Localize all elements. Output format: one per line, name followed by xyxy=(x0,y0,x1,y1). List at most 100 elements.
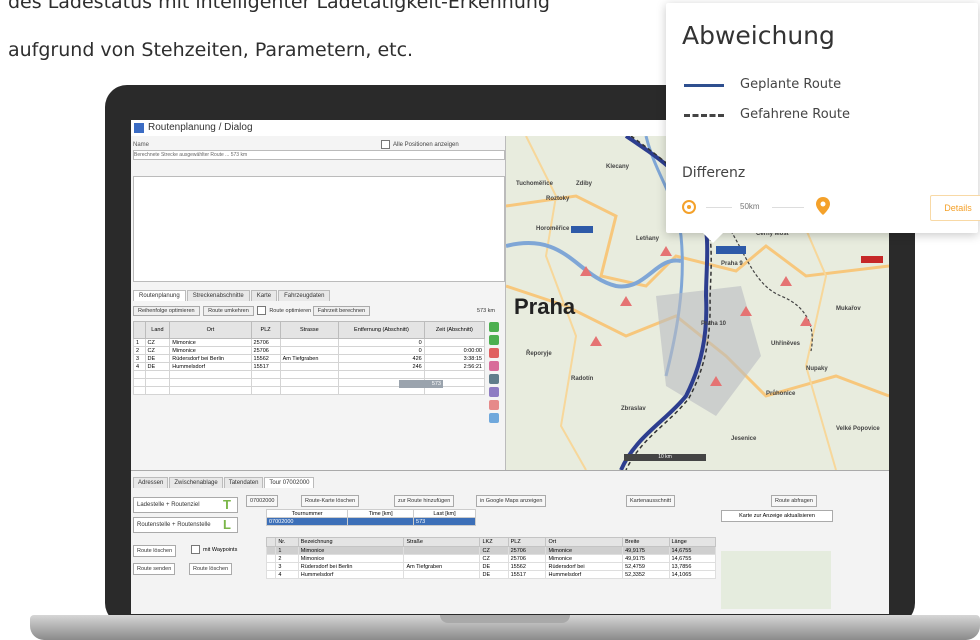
checkbox-icon[interactable] xyxy=(257,306,267,316)
top-tabs: Routenplanung Streckenabschnitte Karte Fahr… xyxy=(133,290,331,302)
column-header[interactable]: Land xyxy=(144,321,171,339)
table-row[interactable]: 2 Mimonice CZ 25706 Mimonice 49,9175 14,6755 xyxy=(265,554,716,563)
difference-label: Differenz xyxy=(682,165,746,181)
table-cell xyxy=(133,378,146,387)
calc-time-button[interactable]: Fahrzeit berechnen xyxy=(312,306,371,316)
tool-icon[interactable] xyxy=(489,387,499,397)
column-header[interactable] xyxy=(265,537,277,547)
table-cell: 14,6755 xyxy=(668,546,716,555)
table-cell xyxy=(144,386,171,395)
column-header[interactable]: Ort xyxy=(545,537,624,547)
move-icon[interactable] xyxy=(489,361,499,371)
popover-pointer xyxy=(701,231,725,243)
add-icon[interactable] xyxy=(489,322,499,332)
mini-map[interactable] xyxy=(721,551,831,609)
add-to-route-button[interactable]: zur Route hinzufügen xyxy=(394,495,455,507)
reverse-route-button[interactable]: Route umkehren xyxy=(203,306,254,316)
column-header[interactable]: Nr. xyxy=(275,537,299,547)
table-cell: Am Tiefgraben xyxy=(403,562,481,571)
tab-fahrzeugdaten[interactable]: Fahrzeugdaten xyxy=(278,290,331,301)
table-cell xyxy=(403,570,481,579)
query-route-button[interactable]: Route abfragen xyxy=(771,495,817,507)
laptop-notch xyxy=(440,615,570,623)
column-header[interactable]: Strasse xyxy=(279,321,340,339)
table-cell: 0 xyxy=(338,338,425,347)
table-cell: DE xyxy=(144,354,171,363)
delete-map-route-button[interactable]: Route-Karte löschen xyxy=(301,495,360,507)
route-to-route-button[interactable]: Routenstelle + Routenstelle L xyxy=(133,517,238,533)
waypoints-toggle[interactable]: mit Waypoints xyxy=(191,545,237,554)
checkbox-icon[interactable] xyxy=(381,140,390,149)
table-cell: Mimonice xyxy=(297,554,405,563)
info-field[interactable]: Berechnete Strecke ausgewählter Route ..… xyxy=(133,150,505,160)
table-row[interactable]: 2 CZ Mimonice 25706 0 0:00:00 xyxy=(133,346,486,355)
table-row[interactable]: 4 DE Hummelsdorf 15517 246 2:56:21 xyxy=(133,362,486,371)
column-header[interactable]: LKZ xyxy=(479,537,509,547)
loading-to-target-label: Ladestelle + Routenziel xyxy=(137,502,200,508)
column-header[interactable]: Breite xyxy=(622,537,670,547)
column-header[interactable]: Zeit (Abschnitt) xyxy=(423,321,486,339)
table-row[interactable]: 4 Hummelsdorf DE 15517 Hummelsdorf 52,3352 14,… xyxy=(265,570,716,579)
table-cell: 25706 xyxy=(507,554,547,563)
clear-route-button[interactable]: Route löschen xyxy=(189,563,233,575)
table-cell xyxy=(403,546,481,555)
checkbox-icon[interactable] xyxy=(191,545,200,554)
notes-textarea[interactable] xyxy=(133,176,505,282)
refresh-map-button[interactable]: Karte zur Anzeige aktualisieren xyxy=(721,510,833,522)
column-header[interactable]: Time [km] xyxy=(347,509,415,518)
deviation-popover: Abweichung Geplante Route Gefahrene Rout… xyxy=(666,3,980,243)
column-header[interactable] xyxy=(133,321,146,339)
tab-zwischenablage[interactable]: Zwischenablage xyxy=(169,477,223,488)
column-header[interactable]: Ort xyxy=(169,321,252,339)
table-row[interactable]: 3 Rüdersdorf bei Berlin Am Tiefgraben DE 155… xyxy=(265,562,716,571)
tour-number-button[interactable]: 07002000 xyxy=(246,495,279,507)
column-header[interactable]: Entfernung (Abschnitt) xyxy=(338,321,425,339)
map-label: Zdiby xyxy=(576,181,592,187)
all-positions-label: Alle Positionen anzeigen xyxy=(393,142,459,149)
column-header[interactable]: Länge xyxy=(668,537,716,547)
table-row[interactable]: 07002000 573 xyxy=(265,517,476,526)
table-cell xyxy=(279,386,340,395)
google-maps-button[interactable]: in Google Maps anzeigen xyxy=(476,495,547,507)
column-header[interactable]: Straße xyxy=(403,537,481,547)
delete-icon[interactable] xyxy=(489,348,499,358)
tab-tatendaten[interactable]: Tatendaten xyxy=(223,477,264,488)
optimize-order-button[interactable]: Reihenfolge optimieren xyxy=(133,306,200,316)
waypoints-label: mit Waypoints xyxy=(203,546,238,553)
edit-icon[interactable] xyxy=(489,400,499,410)
column-header[interactable]: PLZ xyxy=(250,321,281,339)
tab-routenplanung[interactable]: Routenplanung xyxy=(133,290,186,301)
table-cell: 07002000 xyxy=(265,517,349,526)
table-row[interactable]: 1 Mimonice CZ 25706 Mimonice 49,9175 14,6755 xyxy=(265,546,716,555)
table-row[interactable]: 3 DE Rüdersdorf bei Berlin 15562 Am Tiefgrab… xyxy=(133,354,486,363)
map-section-button[interactable]: Kartenausschnitt xyxy=(626,495,675,507)
details-button[interactable]: Details xyxy=(930,195,980,221)
tab-streckenabschnitte[interactable]: Streckenabschnitte xyxy=(186,290,250,301)
optimize-route-toggle[interactable]: Route optimieren xyxy=(257,306,311,316)
table-cell xyxy=(169,386,252,395)
tab-tour[interactable]: Tour 07002000 xyxy=(264,477,315,488)
person-icon[interactable] xyxy=(489,374,499,384)
export-icon[interactable] xyxy=(489,413,499,423)
column-header[interactable]: Last [km] xyxy=(413,509,476,518)
delete-route-button[interactable]: Route löschen xyxy=(133,545,177,557)
table-row[interactable] xyxy=(133,370,486,379)
table-row[interactable]: 1 CZ Mimonice 25706 0 xyxy=(133,338,486,347)
map-label: Roztoky xyxy=(546,196,570,202)
table-cell: Rüdersdorf bei Berlin xyxy=(169,354,252,363)
table-cell: Hummelsdorf xyxy=(169,362,252,371)
send-route-button[interactable]: Route senden xyxy=(133,563,176,575)
tab-karte[interactable]: Karte xyxy=(250,290,278,301)
map-label: Jesenice xyxy=(731,436,757,442)
tab-adressen[interactable]: Adressen xyxy=(133,477,169,488)
column-header[interactable]: PLZ xyxy=(507,537,547,547)
column-header[interactable]: Bezeichnung xyxy=(297,537,405,547)
origin-icon xyxy=(682,200,696,214)
all-positions-toggle[interactable]: Alle Positionen anzeigen xyxy=(381,140,459,149)
table-cell: 25706 xyxy=(250,346,281,355)
loading-to-target-button[interactable]: Ladestelle + Routenziel T xyxy=(133,497,238,513)
app-icon xyxy=(134,123,144,133)
table-cell: Hummelsdorf xyxy=(545,570,624,579)
column-header[interactable]: Tournummer xyxy=(265,509,349,518)
refresh-icon[interactable] xyxy=(489,335,499,345)
